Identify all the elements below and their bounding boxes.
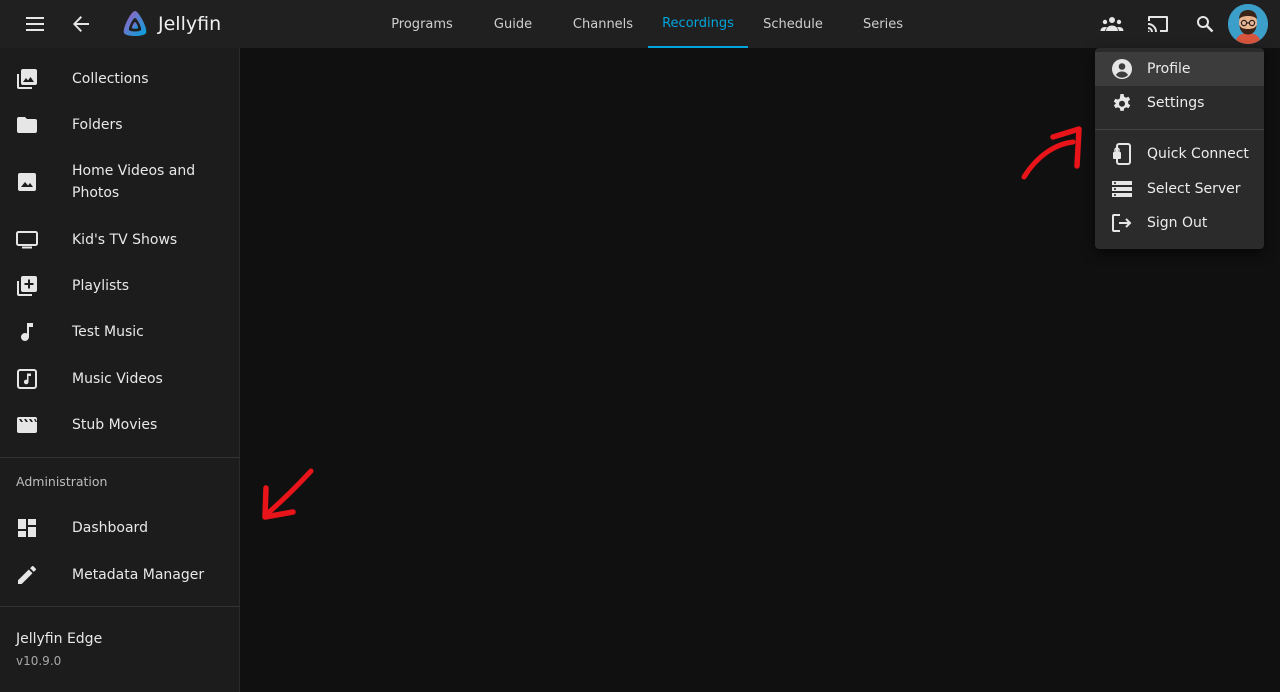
tab-channels[interactable]: Channels: [560, 0, 646, 48]
sidebar-item-test-music[interactable]: Test Music: [0, 321, 239, 343]
menu-item-label: Profile: [1147, 61, 1191, 77]
logout-icon: [1111, 212, 1133, 234]
tab-programs[interactable]: Programs: [380, 0, 464, 48]
sidebar-item-music-videos[interactable]: Music Videos: [0, 368, 239, 390]
search-icon: [1197, 16, 1214, 33]
menu-item-label: Sign Out: [1147, 215, 1208, 231]
playlist-add-icon: [16, 275, 38, 297]
sidebar-item-label: Music Videos: [72, 371, 163, 387]
sidebar-item-label: Dashboard: [72, 520, 148, 536]
user-dropdown-menu: Profile Settings Quick Connect Select Se…: [1095, 48, 1264, 249]
menu-item-quick-connect[interactable]: Quick Connect: [1095, 137, 1264, 171]
menu-divider: [1095, 129, 1264, 130]
user-avatar-icon: [1228, 4, 1268, 44]
users-icon: [1100, 17, 1124, 31]
administration-heading: Administration: [16, 474, 108, 489]
sidebar-item-home-videos[interactable]: Home Videos and Photos: [0, 160, 239, 204]
sidebar-item-playlists[interactable]: Playlists: [0, 275, 239, 297]
hamburger-menu-button[interactable]: [19, 8, 51, 40]
gear-icon: [1111, 92, 1133, 114]
tv-icon: [16, 229, 38, 251]
menu-item-select-server[interactable]: Select Server: [1095, 172, 1264, 206]
tab-series[interactable]: Series: [842, 0, 924, 48]
sidebar-item-metadata-manager[interactable]: Metadata Manager: [0, 564, 239, 586]
dashboard-icon: [16, 517, 38, 539]
edit-icon: [16, 564, 38, 586]
app-name: Jellyfin: [158, 13, 222, 35]
sidebar-item-collections[interactable]: Collections: [0, 68, 239, 90]
sidebar-item-label: Folders: [72, 117, 123, 133]
photo-icon: [16, 171, 38, 193]
menu-item-settings[interactable]: Settings: [1095, 86, 1264, 120]
server-name: Jellyfin Edge: [16, 631, 103, 647]
avatar[interactable]: [1228, 4, 1268, 44]
search-button[interactable]: [1189, 8, 1221, 40]
sidebar-item-dashboard[interactable]: Dashboard: [0, 517, 239, 539]
sidebar-item-label: Kid's TV Shows: [72, 232, 178, 248]
storage-icon: [1111, 178, 1133, 200]
back-arrow-icon: [73, 16, 89, 32]
music-note-icon: [16, 321, 38, 343]
sidebar-item-label: Collections: [72, 71, 149, 87]
folder-icon: [16, 114, 38, 136]
annotation-arrow-down-left: [262, 468, 314, 520]
sync-play-button[interactable]: [1096, 8, 1128, 40]
sidebar-item-stub-movies[interactable]: Stub Movies: [0, 414, 239, 436]
menu-item-label: Quick Connect: [1147, 146, 1249, 162]
jellyfin-logo-icon: [123, 11, 147, 36]
menu-icon: [26, 17, 44, 31]
server-version: v10.9.0: [16, 654, 62, 668]
app-header: Jellyfin Programs Guide Channels Recordi…: [0, 0, 1280, 48]
brand-link[interactable]: Jellyfin: [120, 8, 221, 40]
sidebar-item-kids-tv-shows[interactable]: Kid's TV Shows: [0, 229, 239, 251]
back-button[interactable]: [65, 8, 97, 40]
cast-button[interactable]: [1142, 8, 1174, 40]
cast-icon: [1148, 16, 1168, 32]
sidebar-item-label: Metadata Manager: [72, 567, 205, 583]
menu-item-label: Select Server: [1147, 181, 1241, 197]
movie-icon: [16, 414, 38, 436]
sidebar-item-label: Test Music: [72, 324, 144, 340]
music-video-icon: [16, 368, 38, 390]
menu-item-profile[interactable]: Profile: [1095, 52, 1264, 86]
tab-guide[interactable]: Guide: [472, 0, 554, 48]
navigation-drawer: Collections Folders Home Videos and Phot…: [0, 48, 240, 692]
sidebar-item-label: Home Videos and Photos: [72, 163, 196, 201]
sidebar-item-label: Playlists: [72, 278, 130, 294]
menu-item-label: Settings: [1147, 95, 1205, 111]
account-circle-icon: [1111, 58, 1133, 80]
collections-icon: [16, 68, 38, 90]
annotation-arrow-up-right: [1021, 126, 1082, 180]
sidebar-item-folders[interactable]: Folders: [0, 114, 239, 136]
menu-item-sign-out[interactable]: Sign Out: [1095, 206, 1264, 240]
sidebar-divider: [0, 457, 239, 458]
phonelink-lock-icon: [1111, 143, 1133, 165]
tab-recordings[interactable]: Recordings: [648, 0, 748, 48]
sidebar-item-label: Stub Movies: [72, 417, 158, 433]
sidebar-divider: [0, 606, 239, 607]
tab-schedule[interactable]: Schedule: [750, 0, 836, 48]
